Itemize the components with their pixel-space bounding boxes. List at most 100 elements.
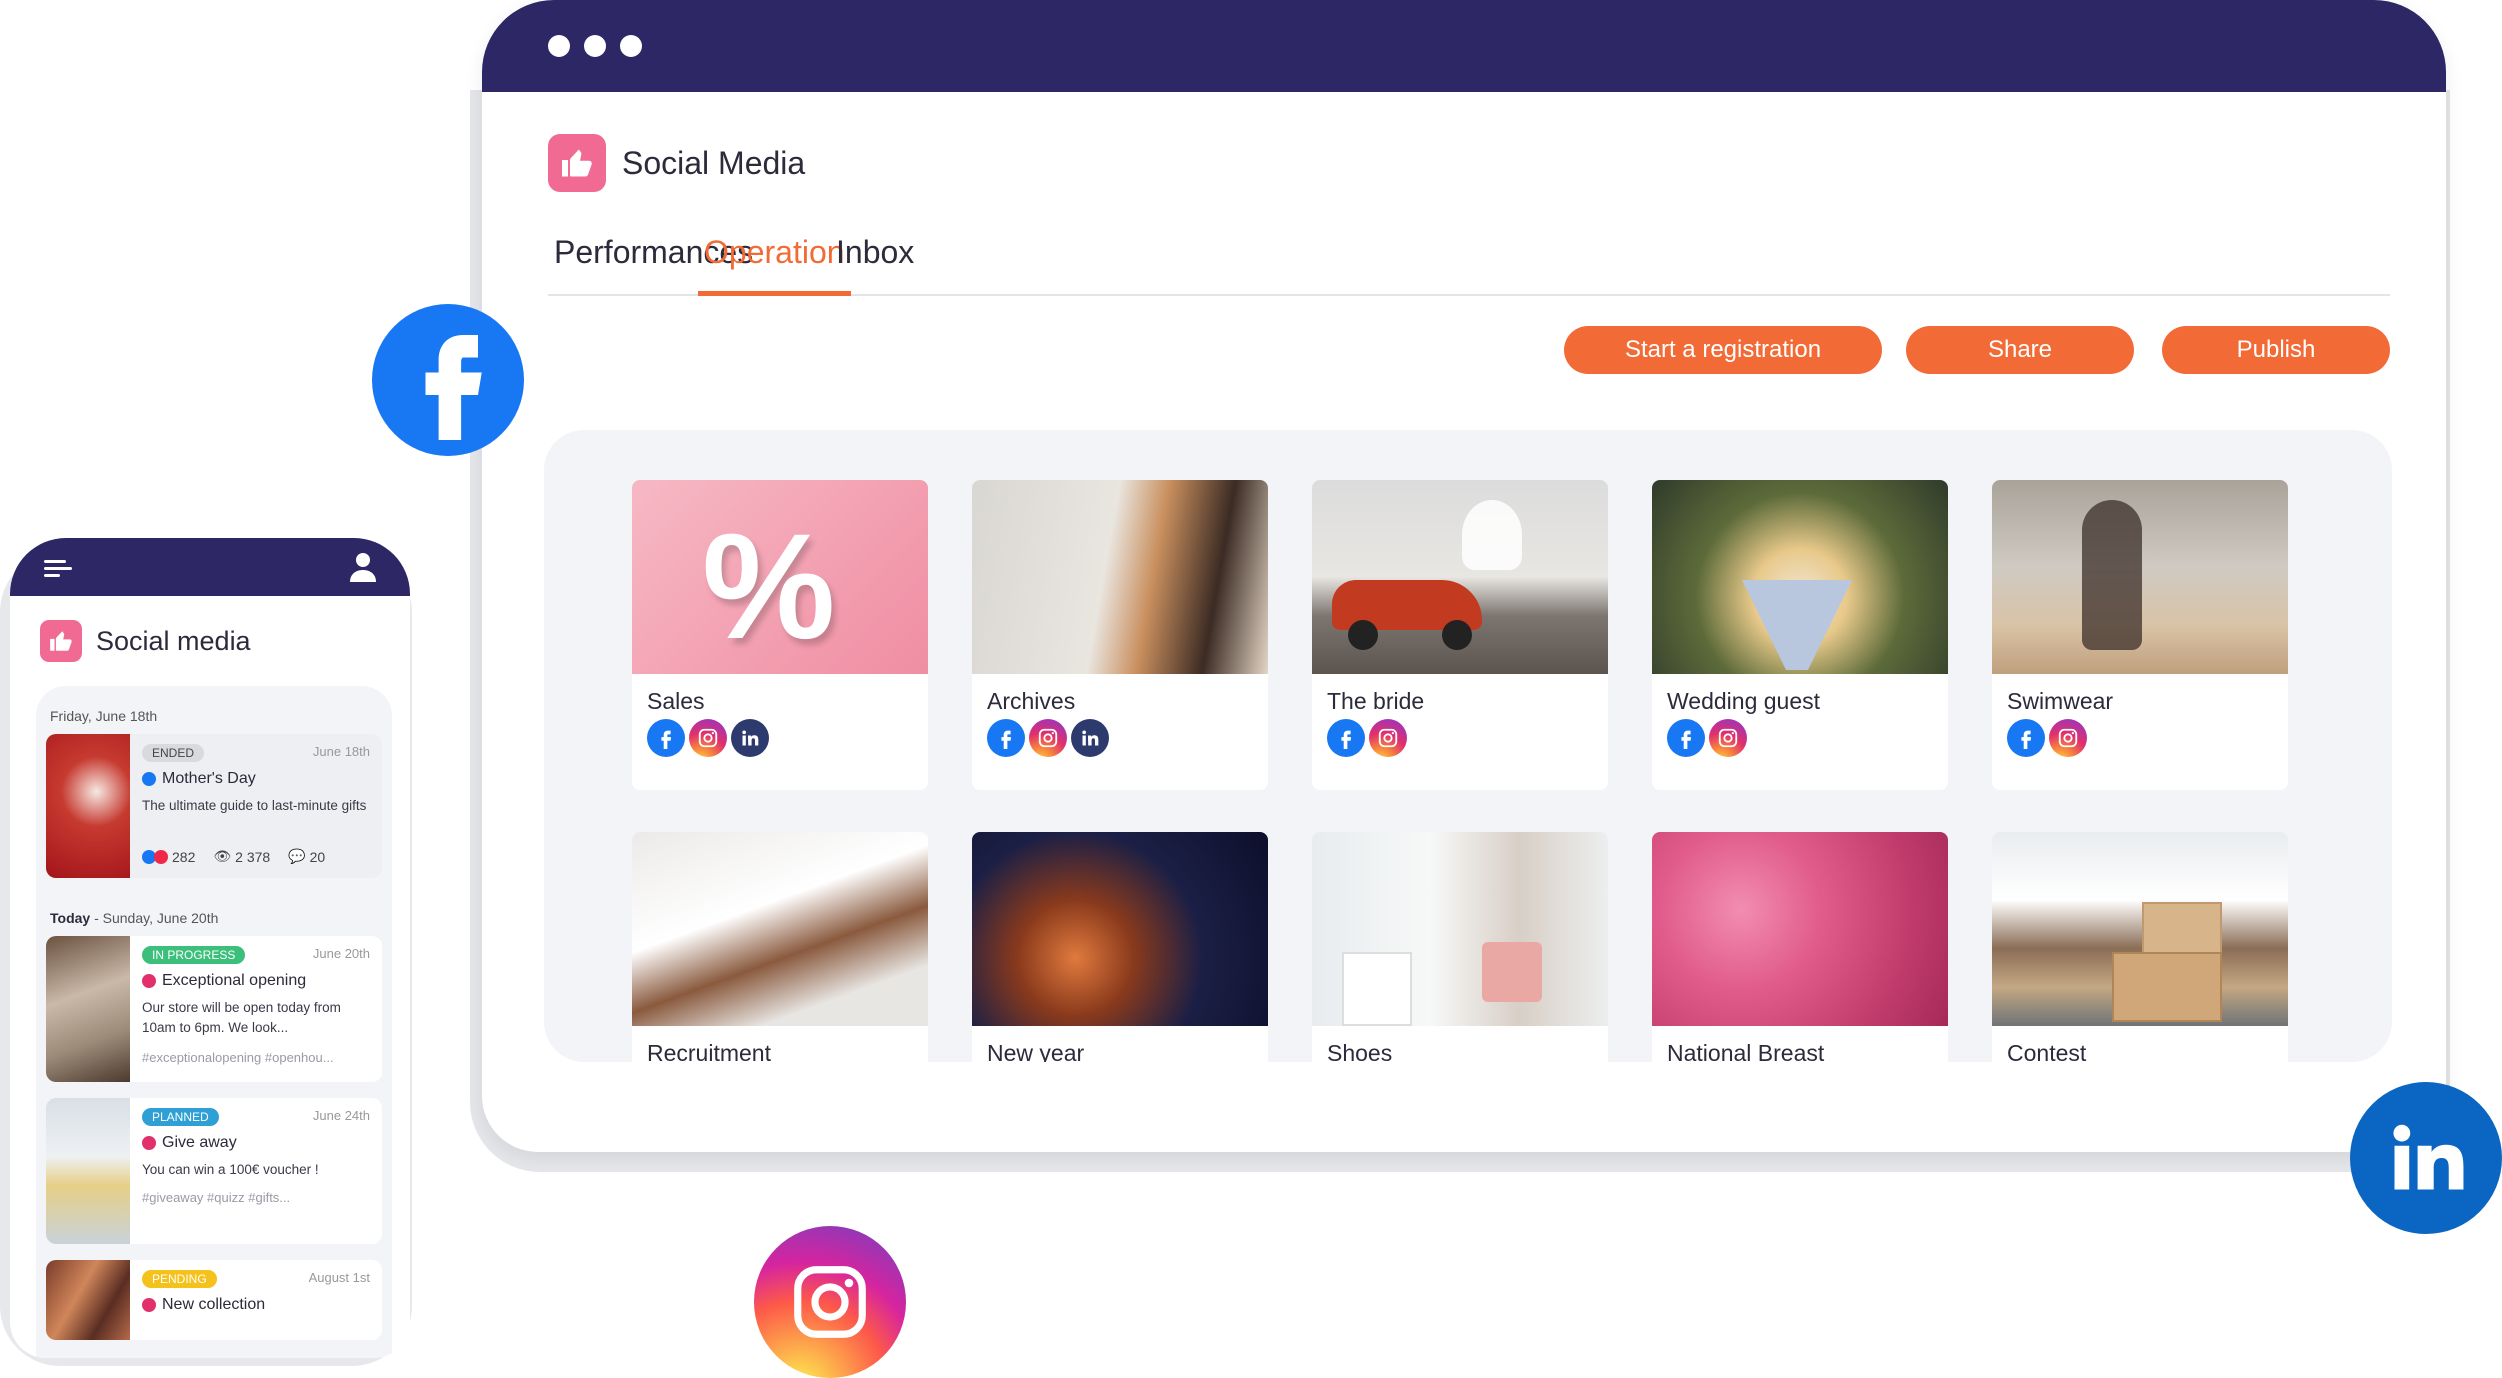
instagram-icon: [142, 974, 156, 988]
instagram-icon: [1709, 719, 1747, 757]
instagram-icon: [142, 1136, 156, 1150]
date-group-label: Friday, June 18th: [50, 708, 158, 724]
stage: Social Media Performances Operation Inbo…: [0, 0, 2502, 1378]
post-description: The ultimate guide to last-minute gifts: [142, 798, 367, 813]
comments-count: 20: [309, 848, 326, 865]
operation-image: %: [632, 480, 928, 674]
network-icons: [632, 719, 928, 757]
linkedin-icon: [2350, 1082, 2502, 1234]
mobile-app: Social media Friday, June 18th ENDED Jun…: [10, 538, 410, 1358]
views-count: 2 378: [235, 848, 271, 865]
menu-icon[interactable]: [44, 558, 72, 585]
linkedin-icon: [1071, 719, 1109, 757]
operation-card[interactable]: Swimwear: [1992, 480, 2288, 790]
date-text: - Sunday, June 20th: [90, 910, 219, 926]
tab-inbox[interactable]: Inbox: [830, 234, 920, 296]
facebook-icon: [1667, 719, 1705, 757]
window-dot[interactable]: [620, 35, 642, 57]
operation-image: [632, 832, 928, 1026]
operation-card[interactable]: Wedding guest: [1652, 480, 1948, 790]
post-date: June 18th: [312, 744, 370, 759]
operation-card[interactable]: % Sales: [632, 480, 928, 790]
share-button[interactable]: Share: [1906, 326, 2134, 374]
post-title: Exceptional opening: [142, 972, 306, 990]
instagram-icon: [1369, 719, 1407, 757]
instagram-icon: [1029, 719, 1067, 757]
operation-name: New year: [987, 1040, 1085, 1062]
operation-image: [972, 832, 1268, 1026]
app-header: Social Media: [548, 134, 805, 192]
status-badge: ENDED: [142, 744, 205, 762]
linkedin-icon: [731, 719, 769, 757]
user-icon[interactable]: [350, 552, 376, 587]
facebook-icon: [1327, 719, 1365, 757]
facebook-icon: [2007, 719, 2045, 757]
post-item[interactable]: IN PROGRESS June 20th Exceptional openin…: [46, 936, 382, 1082]
network-icons: [1652, 719, 1948, 757]
operation-card[interactable]: Archives: [972, 480, 1268, 790]
facebook-icon: [987, 719, 1025, 757]
instagram-icon: [689, 719, 727, 757]
network-icons: [1992, 719, 2288, 757]
instagram-icon: [2049, 719, 2087, 757]
facebook-icon: [142, 772, 156, 786]
operation-name: National Breast: [1667, 1040, 1825, 1062]
operation-name: The bride: [1327, 688, 1425, 714]
comment-icon: 💬: [288, 848, 306, 864]
operation-image: [1652, 832, 1948, 1026]
post-description: You can win a 100€ voucher !: [142, 1162, 319, 1177]
mobile-top-bar: [10, 538, 410, 596]
post-stats: 282 👁 2 378 💬 20: [142, 848, 325, 865]
operation-card[interactable]: National Breast: [1652, 832, 1948, 1062]
start-registration-button[interactable]: Start a registration: [1564, 326, 1882, 374]
status-badge: PLANNED: [142, 1108, 219, 1126]
post-tags: #exceptionalopening #openhou...: [142, 1050, 334, 1065]
operation-card[interactable]: The bride: [1312, 480, 1608, 790]
operation-name: Archives: [987, 688, 1076, 714]
post-thumbnail: [46, 734, 130, 878]
desktop-window: Social Media Performances Operation Inbo…: [482, 0, 2446, 1152]
post-item[interactable]: PENDING August 1st New collection: [46, 1260, 382, 1340]
tab-bar: Performances Operation Inbox: [548, 226, 2390, 296]
operation-card[interactable]: Shoes: [1312, 832, 1608, 1062]
instagram-icon: [754, 1226, 906, 1378]
post-item[interactable]: ENDED June 18th Mother's Day The ultimat…: [46, 734, 382, 878]
operation-image: [1992, 480, 2288, 674]
post-thumbnail: [46, 936, 130, 1082]
operation-name: Contest: [2007, 1040, 2087, 1062]
window-title-bar: [482, 0, 2446, 92]
post-title-text: Give away: [162, 1134, 237, 1151]
network-icons: [972, 719, 1268, 757]
post-title-text: Mother's Day: [162, 770, 256, 787]
page-title: Social Media: [622, 144, 806, 181]
post-feed: Friday, June 18th ENDED June 18th Mother…: [36, 686, 392, 1358]
thumbs-up-icon: [40, 620, 82, 662]
comments-stat: 💬 20: [288, 848, 325, 865]
publish-button[interactable]: Publish: [2162, 326, 2390, 374]
operation-name: Sales: [647, 688, 705, 714]
window-dot[interactable]: [548, 35, 570, 57]
post-item[interactable]: PLANNED June 24th Give away You can win …: [46, 1098, 382, 1244]
post-date: June 24th: [312, 1108, 370, 1123]
thumbs-up-icon: [548, 134, 606, 192]
post-date: August 1st: [308, 1270, 370, 1285]
instagram-icon: [142, 1298, 156, 1312]
operation-card[interactable]: New year: [972, 832, 1268, 1062]
date-group-label: Today - Sunday, June 20th: [50, 910, 218, 926]
post-thumbnail: [46, 1260, 130, 1340]
post-title: Mother's Day: [142, 770, 256, 788]
eye-icon: 👁: [213, 848, 232, 864]
post-thumbnail: [46, 1098, 130, 1244]
mobile-header: Social media: [40, 620, 251, 662]
operation-image: [972, 480, 1268, 674]
window-dot[interactable]: [584, 35, 606, 57]
operation-card[interactable]: Recruitment: [632, 832, 928, 1062]
tab-operation[interactable]: Operation: [698, 234, 851, 296]
operation-image: [1312, 480, 1608, 674]
facebook-icon: [647, 719, 685, 757]
status-badge: PENDING: [142, 1270, 217, 1288]
operation-card[interactable]: Contest: [1992, 832, 2288, 1062]
today-label: Today: [50, 910, 91, 926]
post-description: Our store will be open today from 10am t…: [142, 1000, 341, 1035]
page-title: Social media: [96, 625, 251, 656]
